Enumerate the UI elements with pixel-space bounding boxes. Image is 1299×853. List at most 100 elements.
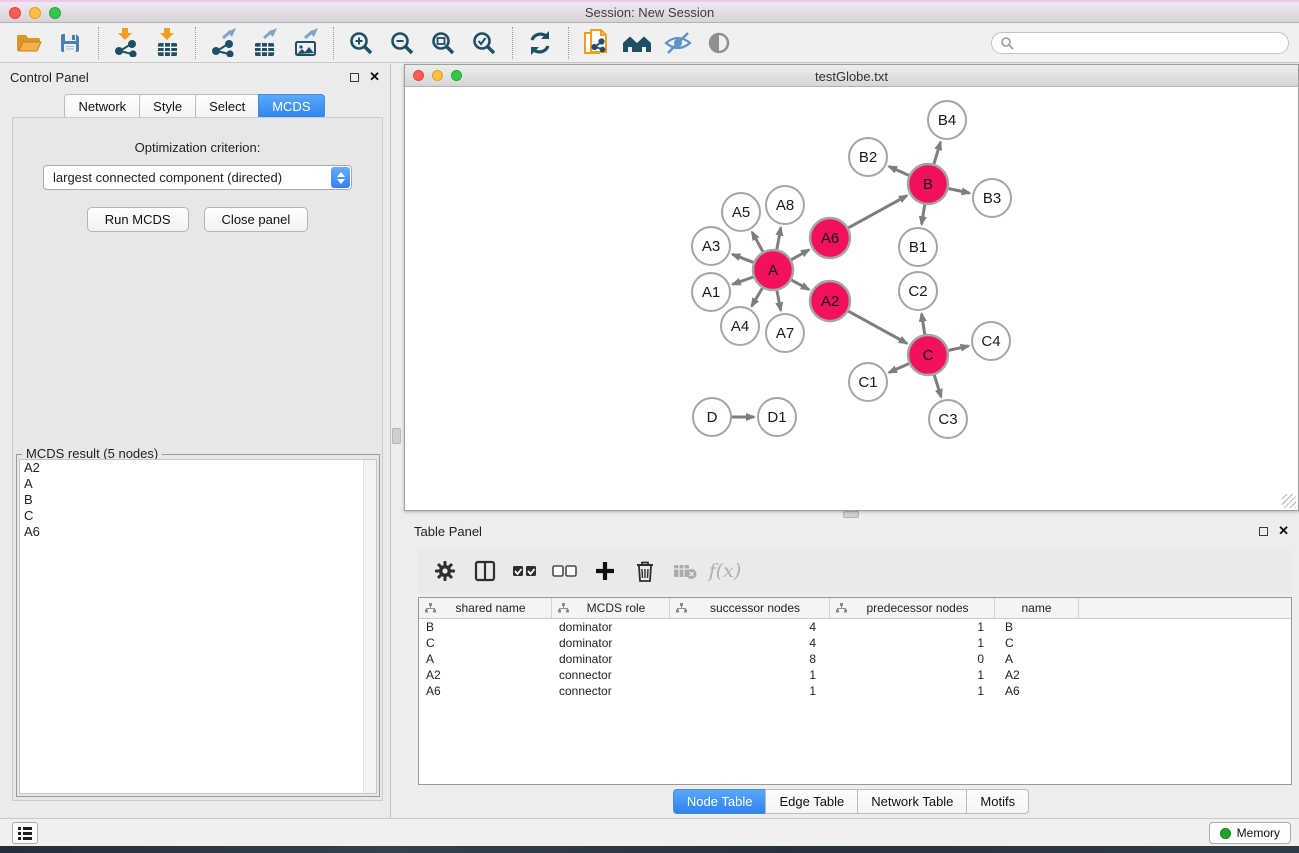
scrollbar-track[interactable]: [363, 460, 376, 793]
graph-edge-A-A4[interactable]: [752, 288, 763, 306]
graph-edge-B-B4[interactable]: [934, 142, 940, 164]
table-row[interactable]: A6connector11A6: [419, 683, 1291, 699]
tab-motifs[interactable]: Motifs: [966, 789, 1029, 814]
open-file-button[interactable]: [12, 27, 46, 59]
column-header-successor-nodes[interactable]: successor nodes: [670, 598, 830, 618]
table-row[interactable]: A2connector11A2: [419, 667, 1291, 683]
session-document-button[interactable]: [579, 27, 613, 59]
delete-table-icon: [673, 561, 697, 581]
export-image-button[interactable]: [288, 27, 322, 59]
graph-edge-A-A7[interactable]: [777, 291, 781, 311]
zoom-selected-button[interactable]: [467, 27, 501, 59]
table-cell: 4: [670, 620, 830, 634]
mcds-result-item[interactable]: B: [20, 492, 376, 508]
resize-grip-icon[interactable]: [1282, 494, 1296, 508]
graph-edge-B-B3[interactable]: [949, 188, 970, 193]
select-all-rows-button[interactable]: [508, 554, 542, 588]
deselect-all-rows-button[interactable]: [548, 554, 582, 588]
zoom-fit-button[interactable]: [426, 27, 460, 59]
criterion-select[interactable]: largest connected component (directed): [43, 165, 352, 190]
hide-graphics-details-button[interactable]: [661, 27, 695, 59]
mcds-result-item[interactable]: A6: [20, 524, 376, 540]
export-table-button[interactable]: [247, 27, 281, 59]
graph-edge-B-B2[interactable]: [889, 166, 909, 175]
table-panel-tabs: Node TableEdge TableNetwork TableMotifs: [404, 789, 1299, 814]
tab-select[interactable]: Select: [195, 94, 259, 119]
tab-network[interactable]: Network: [64, 94, 140, 119]
column-header-mcds-role[interactable]: MCDS role: [552, 598, 670, 618]
column-header-name[interactable]: name: [995, 598, 1079, 618]
zoom-out-button[interactable]: [385, 27, 419, 59]
close-panel-icon[interactable]: ✕: [369, 72, 380, 82]
graph-edge-C-C4[interactable]: [948, 346, 968, 350]
graph-edge-B-B1[interactable]: [922, 205, 925, 225]
tab-mcds[interactable]: MCDS: [258, 94, 324, 119]
save-session-button[interactable]: [53, 27, 87, 59]
list-icon: [16, 825, 34, 842]
show-columns-button[interactable]: [468, 554, 502, 588]
tab-node-table[interactable]: Node Table: [673, 789, 767, 814]
graph-edge-A-A8[interactable]: [777, 228, 781, 250]
delete-column-button[interactable]: [628, 554, 662, 588]
float-table-panel-icon[interactable]: [1259, 527, 1268, 536]
graph-edge-A-A3[interactable]: [732, 254, 753, 262]
fx-icon: f(x): [709, 560, 742, 582]
export-network-button[interactable]: [206, 27, 240, 59]
tab-network-table[interactable]: Network Table: [857, 789, 967, 814]
graph-node-label-C4: C4: [981, 333, 1000, 350]
houses-button[interactable]: [620, 27, 654, 59]
mcds-result-item[interactable]: C: [20, 508, 376, 524]
table-row[interactable]: Adominator80A: [419, 651, 1291, 667]
table-cell: A6: [995, 684, 1079, 698]
delete-table-button[interactable]: [668, 554, 702, 588]
close-table-panel-icon[interactable]: ✕: [1278, 526, 1289, 536]
zoom-in-button[interactable]: [344, 27, 378, 59]
network-canvas[interactable]: B4B2BB3A5A8A6A3B1AC2A1A2A4A7C4CC1DD1C3: [405, 87, 1298, 510]
close-panel-button[interactable]: Close panel: [204, 207, 309, 232]
tab-style[interactable]: Style: [139, 94, 196, 119]
table-panel: Table Panel ✕: [404, 518, 1299, 818]
graph-edge-A-A2[interactable]: [791, 280, 808, 290]
graph-edge-C-C1[interactable]: [889, 364, 909, 373]
float-panel-icon[interactable]: [350, 73, 359, 82]
import-network-button[interactable]: [109, 27, 143, 59]
import-table-button[interactable]: [150, 27, 184, 59]
main-toolbar: [0, 23, 1299, 63]
table-cell: 1: [830, 636, 995, 650]
table-cell: A2: [419, 668, 552, 682]
mcds-result-item[interactable]: A: [20, 476, 376, 492]
graph-edge-A-A5[interactable]: [752, 232, 763, 251]
graph-edge-A-A1[interactable]: [733, 277, 754, 284]
refresh-button[interactable]: [523, 27, 557, 59]
table-header-row: shared nameMCDS rolesuccessor nodesprede…: [419, 598, 1291, 619]
task-history-button[interactable]: [12, 822, 38, 844]
mcds-result-list[interactable]: A2ABCA6: [19, 459, 377, 794]
run-mcds-button[interactable]: Run MCDS: [87, 207, 189, 232]
table-row[interactable]: Cdominator41C: [419, 635, 1291, 651]
column-header-shared-name[interactable]: shared name: [419, 598, 552, 618]
function-builder-button[interactable]: f(x): [708, 554, 742, 588]
horizontal-splitter-handle[interactable]: [843, 511, 859, 518]
control-panel-tabs: NetworkStyleSelectMCDS: [0, 94, 390, 119]
graph-edge-C-C2[interactable]: [922, 314, 925, 335]
search-input[interactable]: [1019, 36, 1280, 50]
graph-node-label-D: D: [707, 409, 718, 426]
graph-edge-A-A6[interactable]: [791, 250, 809, 260]
column-header-predecessor-nodes[interactable]: predecessor nodes: [830, 598, 995, 618]
vertical-splitter-handle[interactable]: [392, 428, 401, 444]
table-row[interactable]: Bdominator41B: [419, 619, 1291, 635]
mcds-result-item[interactable]: A2: [20, 460, 376, 476]
create-column-button[interactable]: [588, 554, 622, 588]
graph-edge-C-C3[interactable]: [934, 375, 941, 397]
memory-button[interactable]: Memory: [1209, 822, 1291, 844]
table-options-button[interactable]: [428, 554, 462, 588]
graph-edge-A2-C[interactable]: [848, 311, 907, 343]
app-title: Session: New Session: [0, 5, 1299, 20]
table-cell: dominator: [552, 636, 670, 650]
birds-eye-view-button[interactable]: [702, 27, 736, 59]
search-box: [991, 32, 1289, 54]
import-network-icon: [113, 28, 140, 57]
graph-edge-A6-B[interactable]: [848, 196, 907, 228]
zoom-out-icon: [389, 30, 415, 56]
tab-edge-table[interactable]: Edge Table: [765, 789, 858, 814]
